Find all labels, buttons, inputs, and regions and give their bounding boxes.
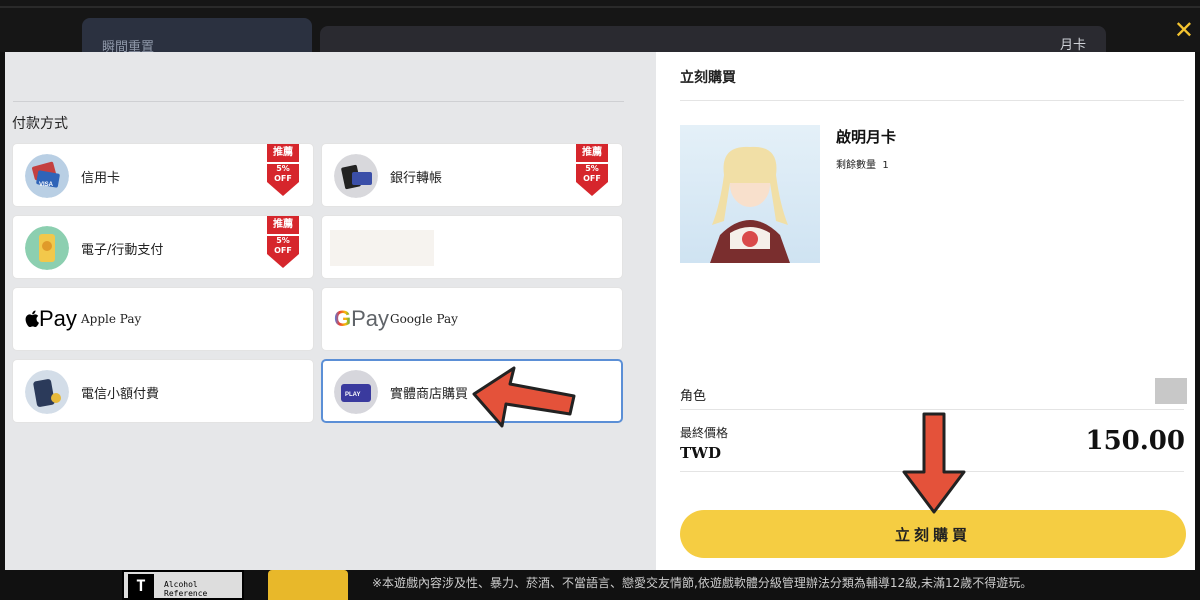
rating-letter: T <box>128 574 154 598</box>
payment-methods-pane: 付款方式 VISA 信用卡 推薦 5% OFF 銀行轉帳 推薦 5% OFF 電… <box>5 52 656 570</box>
badge-off: OFF <box>274 246 292 255</box>
stock-value: 1 <box>882 160 889 171</box>
annotation-arrow-down-icon <box>902 412 966 514</box>
final-price-label: 最終價格 <box>680 426 729 440</box>
close-x-icon[interactable]: ✕ <box>1174 18 1194 42</box>
stock-label: 剩餘數量 <box>836 160 876 171</box>
payment-option-label: Google Pay <box>390 312 458 326</box>
payment-option-label: 銀行轉帳 <box>390 171 443 186</box>
recommended-badge: 推薦 5% OFF <box>267 144 299 196</box>
age-rating-logo <box>268 570 348 600</box>
annotation-arrow-left-icon <box>472 366 576 428</box>
payment-option-apple-pay[interactable]: Pay Apple Pay <box>12 287 314 351</box>
store-card-text: PLAY <box>345 392 360 398</box>
badge-label: 推薦 <box>267 144 299 162</box>
google-pay-logo-text: Pay <box>351 306 390 331</box>
payment-option-telecom-billing[interactable]: 電信小額付費 <box>12 359 314 423</box>
payment-option-label: 實體商店購買 <box>390 387 469 402</box>
order-title: 立刻購買 <box>680 70 736 86</box>
payment-option-label: 電子/行動支付 <box>81 243 164 258</box>
mobile-payment-icon <box>25 226 69 270</box>
payment-option-unlabeled[interactable] <box>321 215 623 279</box>
credit-card-icon: VISA <box>25 154 69 198</box>
role-selector[interactable] <box>1155 378 1187 404</box>
payment-option-bank-transfer[interactable]: 銀行轉帳 推薦 5% OFF <box>321 143 623 207</box>
payment-option-mobile-payment[interactable]: 電子/行動支付 推薦 5% OFF <box>12 215 314 279</box>
badge-discount: 5% OFF <box>267 236 299 256</box>
stock-remaining: 剩餘數量 1 <box>836 156 889 171</box>
badge-discount: 5% OFF <box>267 164 299 184</box>
svg-text:VISA: VISA <box>39 182 54 188</box>
background-nav-tab[interactable]: 瞬間重置 <box>82 18 312 55</box>
rating-disclaimer: ※本遊戲內容涉及性、暴力、菸酒、不當語言、戀愛交友情節,依遊戲軟體分級管理辦法分… <box>372 576 1033 590</box>
purchase-modal: 付款方式 VISA 信用卡 推薦 5% OFF 銀行轉帳 推薦 5% OFF 電… <box>5 52 1195 570</box>
background-divider <box>0 6 1200 8</box>
rating-descriptor: Alcohol Reference <box>164 580 208 598</box>
telecom-billing-icon <box>25 370 69 414</box>
payment-option-label: 信用卡 <box>81 171 121 186</box>
divider <box>13 101 624 102</box>
badge-off: OFF <box>583 174 601 183</box>
badge-discount: 5% OFF <box>576 164 608 184</box>
product-image <box>680 125 820 263</box>
age-rating-box: T Alcohol Reference <box>122 570 244 600</box>
payment-option-label: 電信小額付費 <box>81 387 160 402</box>
currency: TWD <box>680 444 722 462</box>
badge-discount-value: 5% <box>276 164 290 173</box>
final-price: 150.00 <box>1085 426 1185 456</box>
recommended-badge: 推薦 5% OFF <box>267 216 299 268</box>
payment-option-label: Apple Pay <box>81 312 142 326</box>
apple-pay-icon: Pay <box>25 306 77 332</box>
badge-discount-value: 5% <box>276 236 290 245</box>
badge-discount-value: 5% <box>585 164 599 173</box>
bank-transfer-icon <box>334 154 378 198</box>
background-monthly-card-bar[interactable]: 月卡 <box>320 26 1106 53</box>
badge-off: OFF <box>274 174 292 183</box>
payment-option-credit-card[interactable]: VISA 信用卡 推薦 5% OFF <box>12 143 314 207</box>
store-card-icon: PLAY <box>334 370 378 414</box>
badge-label: 推薦 <box>267 216 299 234</box>
divider <box>680 100 1184 101</box>
placeholder-image <box>330 230 434 266</box>
payment-option-google-pay[interactable]: GPay Google Pay <box>321 287 623 351</box>
role-label: 角色 <box>680 389 707 404</box>
payment-section-title: 付款方式 <box>12 116 68 132</box>
google-pay-icon: GPay <box>334 306 390 331</box>
background-monthly-card-label: 月卡 <box>1059 38 1086 53</box>
recommended-badge: 推薦 5% OFF <box>576 144 608 196</box>
badge-label: 推薦 <box>576 144 608 162</box>
apple-pay-logo-text: Pay <box>39 306 77 331</box>
product-name: 啟明月卡 <box>836 128 897 146</box>
